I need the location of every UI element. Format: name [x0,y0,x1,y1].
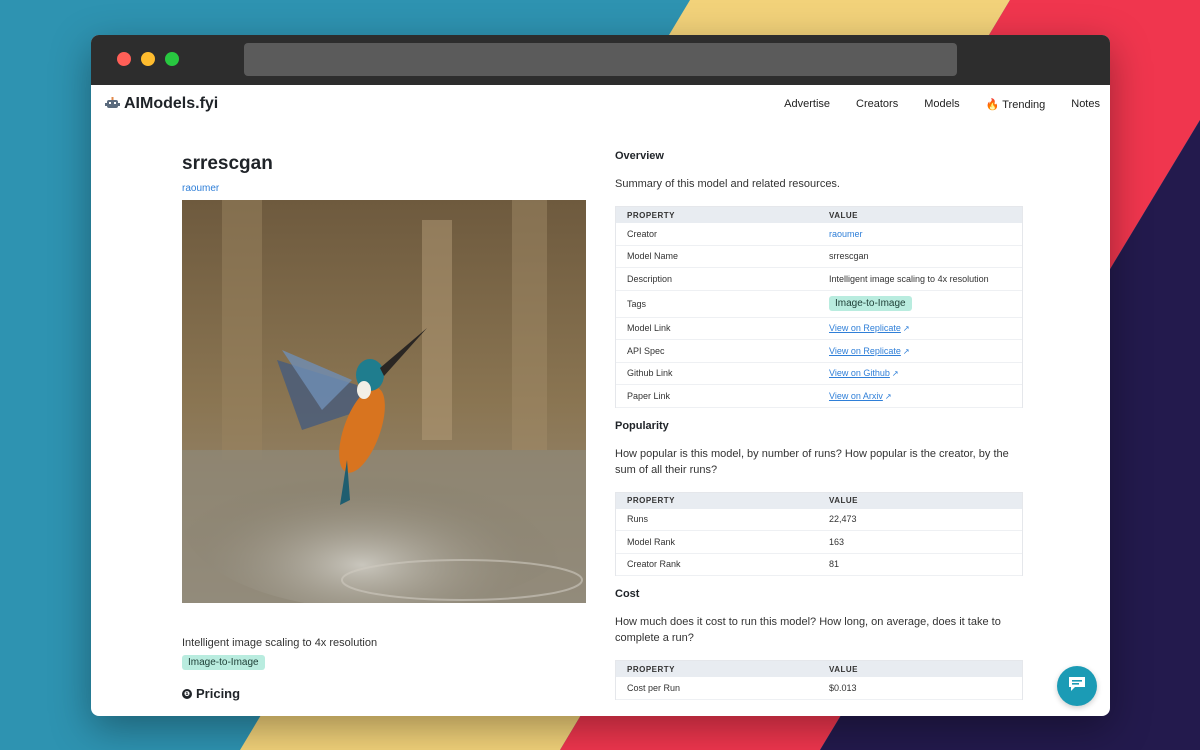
column-header-property: PROPERTY [627,664,676,674]
browser-window: AIModels.fyi Advertise Creators Models 🔥… [91,35,1110,716]
row-property: Creator Rank [627,559,681,570]
top-nav: Advertise Creators Models 🔥 Trending Not… [784,98,1100,111]
row-property: Creator [627,228,658,239]
row-property: Cost per Run [627,682,681,693]
row-property: Model Rank [627,536,676,547]
cost-subtitle: How much does it cost to run this model?… [615,616,1001,644]
table-row: Description Intelligent image scaling to… [616,268,1022,291]
row-property: Model Link [627,323,671,334]
row-value: 163 [829,536,845,547]
column-header-value: VALUE [829,496,859,505]
nav-creators[interactable]: Creators [856,98,898,111]
creator-value-link[interactable]: raoumer [829,229,863,239]
row-property: Description [627,273,673,284]
row-property: API Spec [627,345,665,356]
row-value: 81 [829,559,840,570]
minimize-window-button[interactable] [141,52,155,66]
popularity-subtitle: How popular is this model, by number of … [615,447,1009,476]
tag-badge[interactable]: Image-to-Image [829,296,912,311]
table-row: Runs 22,473 [616,509,1022,531]
table-row: API Spec View on Replicate ↗ [616,340,1022,363]
overview-title: Overview [615,150,664,162]
pricing-heading: ❶ Pricing [182,686,587,701]
info-icon: ❶ [182,688,192,699]
overview-subtitle: Summary of this model and related resour… [615,178,840,190]
close-window-button[interactable] [117,52,131,66]
popularity-section: Popularity How popular is this model, by… [615,419,1023,576]
row-property: Runs [627,514,649,525]
column-header-value: VALUE [829,664,859,674]
column-header-property: PROPERTY [627,210,676,220]
table-row: Creator Rank 81 [616,554,1022,576]
table-row: Tags Image-to-Image [616,291,1022,318]
table-row: Github Link View on Github ↗ [616,363,1022,385]
table-row: Model Link View on Replicate ↗ [616,318,1022,340]
table-row: Model Rank 163 [616,531,1022,554]
model-details: Overview Summary of this model and relat… [615,150,1023,700]
table-header: PROPERTY VALUE [616,661,1022,677]
pricing-label: Pricing [196,686,241,701]
popularity-title: Popularity [615,419,669,432]
page-content: srrescgan raoumer Intelligent image scal… [91,125,1110,716]
window-titlebar [91,35,1110,85]
row-property: Paper Link [627,390,671,401]
address-bar[interactable] [244,43,957,76]
cost-table: PROPERTY VALUE Cost per Run $0.013 [615,660,1023,700]
table-header: PROPERTY VALUE [616,207,1022,223]
chat-button[interactable] [1057,666,1097,706]
cost-section: Cost How much does it cost to run this m… [615,588,1023,700]
chat-bubble-icon [1067,675,1087,698]
row-property: Tags [627,298,647,309]
creator-link[interactable]: raoumer [182,183,587,194]
row-value: 22,473 [829,514,857,525]
nav-models[interactable]: Models [924,98,959,111]
overview-section: Overview Summary of this model and relat… [615,150,1023,408]
page-title: srrescgan [182,153,273,174]
table-header: PROPERTY VALUE [616,492,1022,509]
site-header: AIModels.fyi Advertise Creators Models 🔥… [91,85,1110,125]
nav-trending[interactable]: 🔥 Trending [986,98,1046,111]
github-link[interactable]: View on Github [829,368,890,378]
external-link-icon: ↗ [884,391,892,401]
row-property: Github Link [627,368,673,379]
model-description: Intelligent image scaling to 4x resoluti… [182,637,378,649]
model-link[interactable]: View on Replicate [829,323,901,333]
site-logo[interactable]: AIModels.fyi [105,95,218,113]
row-value: $0.013 [829,682,857,693]
api-spec-link[interactable]: View on Replicate [829,346,901,356]
external-link-icon: ↗ [902,324,910,334]
popularity-table: PROPERTY VALUE Runs 22,473 Model Rank 16… [615,491,1023,576]
overview-table: PROPERTY VALUE Creator raoumer Model Nam… [615,206,1023,408]
nav-notes[interactable]: Notes [1071,98,1100,111]
table-row: Model Name srrescgan [616,246,1022,268]
table-row: Paper Link View on Arxiv ↗ [616,385,1022,408]
external-link-icon: ↗ [891,369,899,379]
nav-advertise[interactable]: Advertise [784,98,830,111]
row-value: srrescgan [829,251,869,262]
column-header-property: PROPERTY [627,496,676,505]
model-tag[interactable]: Image-to-Image [182,655,265,670]
paper-link[interactable]: View on Arxiv [829,391,883,401]
maximize-window-button[interactable] [165,52,179,66]
robot-icon [105,96,120,113]
table-row: Creator raoumer [616,223,1022,246]
cost-title: Cost [615,588,640,600]
site-logo-text: AIModels.fyi [124,95,219,112]
external-link-icon: ↗ [902,346,910,356]
table-row: Cost per Run $0.013 [616,677,1022,700]
row-property: Model Name [627,251,679,262]
column-header-value: VALUE [829,210,859,220]
model-example-image [182,200,586,603]
row-value: Intelligent image scaling to 4x resoluti… [829,273,989,284]
model-summary: srrescgan raoumer Intelligent image scal… [182,153,587,701]
